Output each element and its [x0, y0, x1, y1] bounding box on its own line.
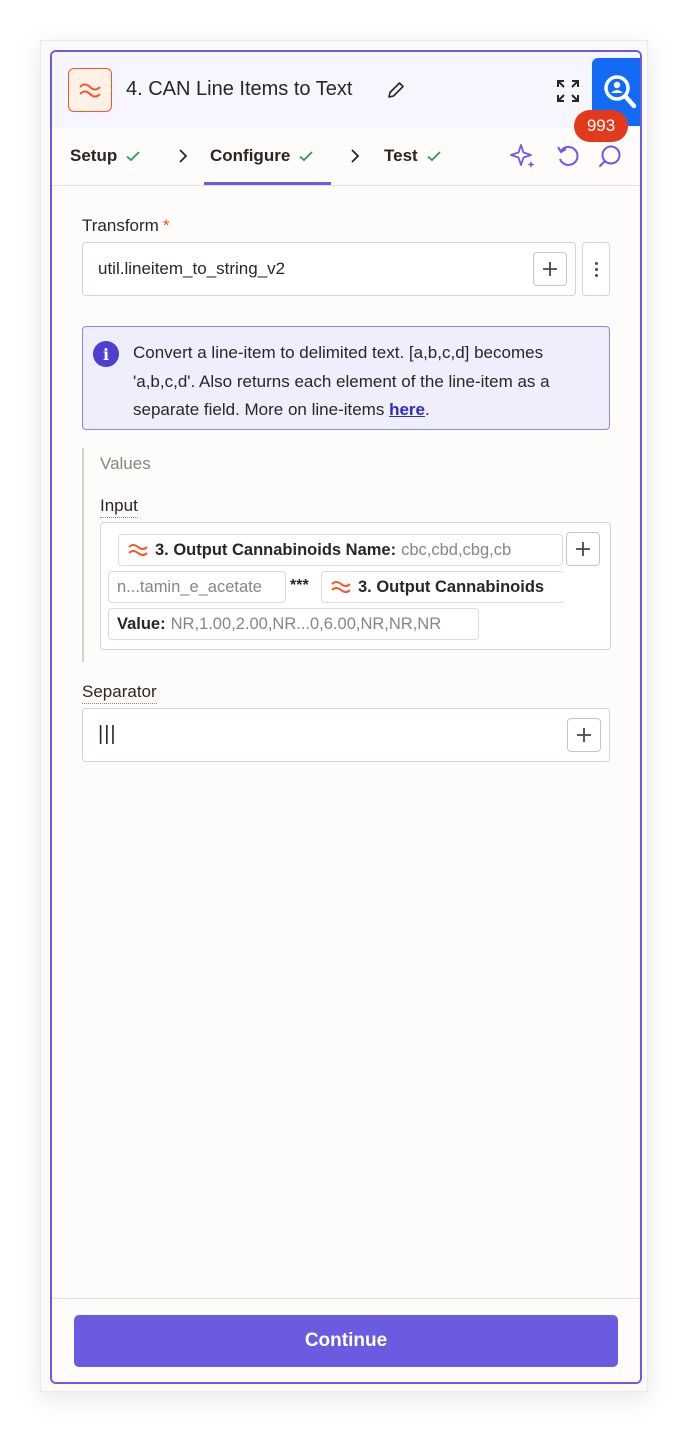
insert-data-button[interactable]: [566, 532, 600, 566]
input-label: Input: [100, 496, 138, 518]
info-icon: i: [93, 341, 119, 367]
footer-bar: Continue: [52, 1298, 640, 1382]
plus-icon: [543, 262, 557, 276]
kebab-dot: [594, 261, 598, 265]
tab-label: Setup: [70, 146, 118, 165]
formatter-app-icon: [128, 544, 148, 556]
transform-label: Transform *: [82, 216, 169, 236]
transform-input-value: util.lineitem_to_string_v2: [98, 259, 286, 278]
separator-literal-text: ***: [290, 577, 309, 594]
check-icon: [299, 151, 313, 162]
step-title[interactable]: 4. CAN Line Items to Text: [126, 78, 352, 101]
insert-data-button[interactable]: [567, 718, 601, 752]
transform-label-text: Transform: [82, 216, 159, 235]
input-field[interactable]: 3. Output Cannabinoids Name: cbc,cbd,cbg,…: [100, 522, 611, 650]
pill-label: 3. Output Cannabinoids Name:: [155, 540, 397, 559]
formatter-app-icon: [331, 581, 351, 593]
insert-data-button[interactable]: [533, 252, 567, 286]
values-group: Values Input 3. Output Cannabinoids Name…: [82, 448, 611, 662]
info-text-body: Convert a line-item to delimited text. […: [133, 343, 550, 419]
chevron-right-icon: [351, 149, 360, 163]
separator-label-text: Separator: [82, 682, 157, 704]
input-label-text: Input: [100, 496, 138, 518]
pencil-icon[interactable]: [386, 80, 406, 100]
pill-value: n...tamin_e_acetate: [117, 577, 262, 596]
transform-input[interactable]: util.lineitem_to_string_v2: [82, 242, 576, 296]
plus-icon: [577, 728, 591, 742]
check-icon: [427, 151, 441, 162]
formatter-app-icon: [68, 68, 112, 112]
info-text: Convert a line-item to delimited text. […: [133, 339, 607, 425]
info-callout: i Convert a line-item to delimited text.…: [82, 326, 610, 430]
separator-input-value: |||: [98, 723, 117, 745]
mapped-field-pill-continued[interactable]: n...tamin_e_acetate: [108, 571, 286, 603]
tab-label: Configure: [210, 146, 291, 165]
pill-label: 3. Output Cannabinoids: [358, 577, 545, 596]
step-editor-panel: 4. CAN Line Items to Text 993 Setup Conf…: [50, 50, 642, 1384]
separator-input[interactable]: |||: [82, 708, 610, 762]
ai-sparkle-icon[interactable]: [510, 142, 538, 170]
tab-label: Test: [384, 146, 418, 165]
undo-icon[interactable]: [554, 142, 582, 170]
plus-icon: [576, 542, 590, 556]
comment-icon[interactable]: [596, 142, 624, 170]
step-header: 4. CAN Line Items to Text: [52, 52, 640, 128]
mapped-field-pill[interactable]: 3. Output Cannabinoids Name: cbc,cbd,cbg,…: [118, 534, 563, 566]
step-tabs: Setup Configure Test: [52, 128, 640, 186]
magnifier-person-icon: [604, 75, 637, 109]
continue-button[interactable]: Continue: [74, 1315, 618, 1367]
tab-configure[interactable]: Configure: [210, 146, 314, 166]
pill-value: NR,1.00,2.00,NR...0,6.00,NR,NR,NR: [170, 614, 442, 633]
tab-test[interactable]: Test: [384, 146, 442, 166]
more-options-button[interactable]: [582, 242, 610, 296]
separator-label: Separator: [82, 682, 157, 704]
kebab-dot: [594, 273, 598, 277]
required-marker: *: [162, 216, 170, 235]
check-icon: [126, 151, 140, 162]
line-items-help-link[interactable]: here: [389, 400, 425, 419]
info-text-suffix: .: [424, 400, 430, 419]
pill-value: cbc,cbd,cbg,cb: [401, 540, 512, 559]
kebab-dot: [594, 267, 598, 271]
expand-icon[interactable]: [555, 78, 581, 104]
tab-setup[interactable]: Setup: [70, 146, 141, 166]
pill-label: Value:: [117, 614, 166, 633]
chevron-right-icon: [179, 149, 188, 163]
mapped-field-pill[interactable]: 3. Output Cannabinoids: [321, 571, 565, 603]
notification-count-badge[interactable]: 993: [574, 110, 628, 142]
active-tab-indicator: [204, 182, 331, 185]
mapped-field-pill-continued[interactable]: Value: NR,1.00,2.00,NR...0,6.00,NR,NR,NR: [108, 608, 479, 640]
values-group-title: Values: [100, 454, 151, 473]
